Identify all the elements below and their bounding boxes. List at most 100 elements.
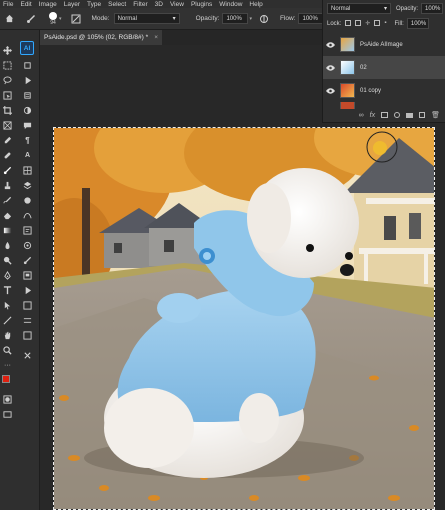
lasso-tool-icon[interactable]	[2, 75, 13, 86]
frame-tool-icon[interactable]	[2, 120, 13, 131]
quick-mask-icon[interactable]	[2, 394, 13, 405]
layer-row-partial[interactable]	[323, 102, 445, 109]
pen-tool-icon[interactable]	[2, 270, 13, 281]
swatches-icon[interactable]	[22, 165, 33, 176]
brush-preset-picker[interactable]: 94	[49, 11, 57, 26]
hand-tool-icon[interactable]	[2, 330, 13, 341]
lock-pixels-icon[interactable]	[355, 20, 362, 26]
new-layer-icon[interactable]	[419, 112, 426, 118]
lock-artboard-icon[interactable]	[374, 20, 381, 26]
lock-transparent-icon[interactable]	[345, 20, 352, 26]
blend-mode-dropdown[interactable]: Normal ▾	[327, 3, 391, 14]
healing-brush-tool-icon[interactable]	[2, 150, 13, 161]
screen-mode-icon[interactable]	[2, 409, 13, 420]
layers-footer: ∞ fx 🗑	[323, 109, 445, 121]
character-icon[interactable]: A	[22, 150, 33, 161]
tools-panel: AI ··· ¶ A	[0, 30, 40, 510]
line-tool-icon[interactable]	[2, 315, 13, 326]
lock-all-icon[interactable]: ▪	[384, 20, 386, 27]
blur-tool-icon[interactable]	[2, 240, 13, 251]
layer-name: 02	[360, 64, 367, 71]
opacity-input[interactable]: 100%	[222, 13, 249, 24]
menu-select[interactable]: Select	[108, 1, 126, 8]
properties-icon[interactable]	[22, 225, 33, 236]
layers-panel: Normal ▾ Opacity: 100% Lock: ✛ ▪ Fill: 1…	[322, 0, 445, 123]
pressure-opacity-icon[interactable]	[258, 13, 270, 25]
tools-extra-icon[interactable]	[22, 350, 33, 361]
fill-input[interactable]: 100%	[406, 18, 429, 29]
adjustments-icon[interactable]	[22, 105, 33, 116]
paragraph-icon[interactable]: ¶	[22, 135, 33, 146]
menu-type[interactable]: Type	[87, 1, 101, 8]
more-tools-icon[interactable]: ···	[2, 360, 13, 371]
chevron-down-icon[interactable]: ▾	[59, 16, 62, 22]
add-mask-icon[interactable]	[381, 112, 389, 118]
brush-tool-active-icon[interactable]	[2, 165, 13, 176]
flow-input[interactable]: 100%	[298, 13, 325, 24]
menu-layer[interactable]: Layer	[64, 1, 80, 8]
glyphs-icon[interactable]	[22, 300, 33, 311]
document-canvas[interactable]	[53, 127, 435, 510]
artboard-tool-icon[interactable]	[22, 60, 33, 71]
type-tool-icon[interactable]	[2, 285, 13, 296]
eraser-tool-icon[interactable]	[2, 210, 13, 221]
mode-value: Normal	[117, 15, 137, 22]
marquee-tool-icon[interactable]	[2, 60, 13, 71]
close-icon[interactable]: ×	[154, 34, 158, 41]
eyedropper-tool-icon[interactable]	[2, 135, 13, 146]
fx-button[interactable]: fx	[370, 112, 375, 119]
history-icon[interactable]	[22, 90, 33, 101]
navigator-icon[interactable]	[22, 270, 33, 281]
menu-edit[interactable]: Edit	[20, 1, 31, 8]
gradient-tool-icon[interactable]	[2, 225, 13, 236]
layer-row-selected[interactable]: 02	[323, 56, 445, 79]
delete-layer-icon[interactable]: 🗑	[431, 111, 440, 119]
document-tab[interactable]: PsAide.psd @ 105% (02, RGB/8#) * ×	[40, 30, 162, 45]
foreground-color-swatch[interactable]	[2, 375, 10, 383]
dodge-tool-icon[interactable]	[2, 255, 13, 266]
brush-settings-icon[interactable]	[70, 13, 82, 25]
eye-icon[interactable]	[323, 64, 337, 71]
mode-label: Mode:	[91, 15, 110, 22]
layer-row[interactable]: PsAide AIImage	[323, 33, 445, 56]
info-icon[interactable]	[22, 330, 33, 341]
history-brush-tool-icon[interactable]	[2, 195, 13, 206]
adjustment-layer-icon[interactable]	[394, 112, 401, 118]
menu-filter[interactable]: Filter	[133, 1, 147, 8]
eye-icon[interactable]	[323, 87, 337, 94]
layer-row[interactable]: 01 copy	[323, 79, 445, 102]
brush-tool-icon[interactable]	[25, 13, 37, 25]
layer-opacity-input[interactable]: 100%	[421, 3, 444, 14]
eye-icon[interactable]	[323, 41, 337, 48]
menu-plugins[interactable]: Plugins	[191, 1, 212, 8]
libraries-icon[interactable]	[22, 240, 33, 251]
path-selection-tool-icon[interactable]	[2, 300, 13, 311]
mode-dropdown[interactable]: Normal ▾	[113, 13, 180, 24]
move-tool-icon[interactable]	[2, 45, 13, 56]
new-group-icon[interactable]	[406, 112, 414, 118]
menu-3d[interactable]: 3D	[155, 1, 163, 8]
chevron-down-icon[interactable]: ▾	[249, 16, 252, 22]
menu-view[interactable]: View	[170, 1, 184, 8]
channels-icon[interactable]	[22, 195, 33, 206]
menu-image[interactable]: Image	[39, 1, 57, 8]
play-icon[interactable]	[22, 75, 33, 86]
comments-icon[interactable]	[22, 120, 33, 131]
link-layers-icon[interactable]: ∞	[359, 112, 364, 119]
layers-icon[interactable]	[22, 180, 33, 191]
ai-plugin-badge[interactable]: AI	[20, 41, 34, 55]
menu-window[interactable]: Window	[219, 1, 242, 8]
brushes-panel-icon[interactable]	[22, 255, 33, 266]
actions-icon[interactable]	[22, 285, 33, 296]
timeline-icon[interactable]	[22, 315, 33, 326]
lock-position-icon[interactable]: ✛	[365, 20, 370, 27]
crop-tool-icon[interactable]	[2, 105, 13, 116]
clone-stamp-tool-icon[interactable]	[2, 180, 13, 191]
paths-icon[interactable]	[22, 210, 33, 221]
menu-file[interactable]: File	[3, 1, 13, 8]
object-select-tool-icon[interactable]	[2, 90, 13, 101]
zoom-tool-icon[interactable]	[2, 345, 13, 356]
home-icon[interactable]	[3, 13, 15, 25]
menu-help[interactable]: Help	[249, 1, 262, 8]
opacity-label: Opacity:	[195, 15, 220, 22]
